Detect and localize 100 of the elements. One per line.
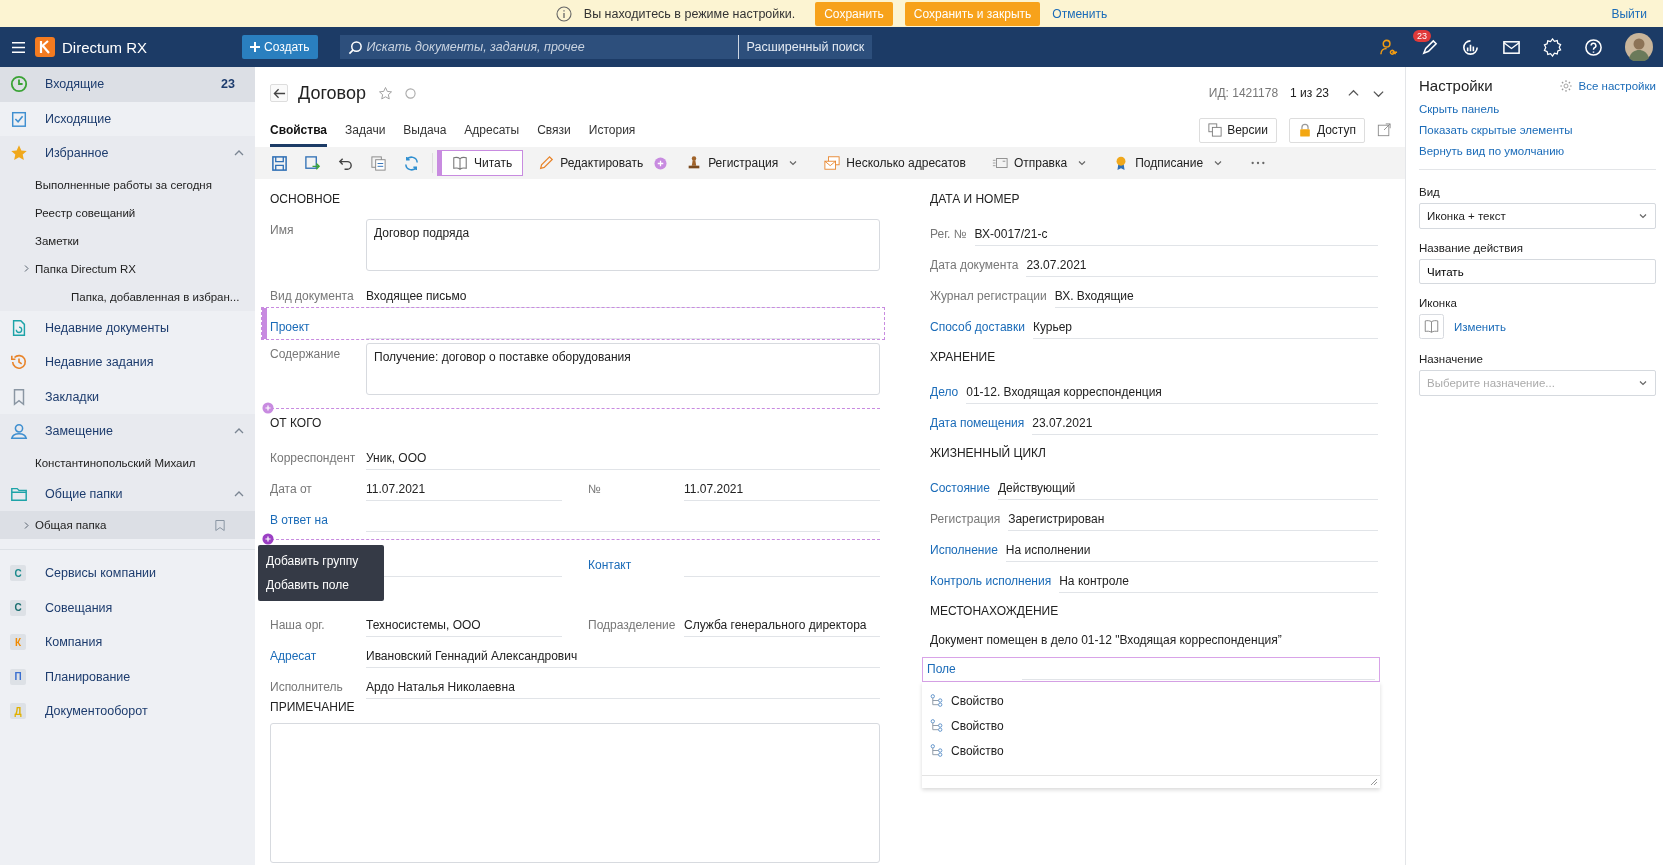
field-link[interactable]: Дата помещения <box>930 416 1025 435</box>
nav-item[interactable]: Закладки <box>0 379 255 414</box>
text-area[interactable]: Договор подряда <box>366 219 880 271</box>
field-link[interactable]: Контакт <box>588 558 676 577</box>
toolbar-button[interactable]: Читать <box>437 150 524 176</box>
text-field[interactable]: Курьер <box>1032 320 1378 339</box>
tab[interactable]: Связи <box>537 123 571 147</box>
text-field[interactable]: ВХ. Входящие <box>1054 289 1378 308</box>
menu-item[interactable]: Добавить группу <box>258 549 384 573</box>
access-button[interactable]: Доступ <box>1288 117 1365 143</box>
folder-item[interactable]: Папка Directum RX <box>0 254 255 283</box>
field-link[interactable]: Адресат <box>270 649 358 668</box>
module-item[interactable]: С Сервисы компании <box>0 556 255 591</box>
avatar-icon[interactable] <box>1625 33 1653 61</box>
settings-link[interactable]: Скрыть панель <box>1419 103 1656 115</box>
settings-link[interactable]: Вернуть вид по умолчанию <box>1419 145 1656 157</box>
copy-icon[interactable] <box>370 154 387 172</box>
nav-item[interactable]: Замещение <box>0 414 255 449</box>
field-link[interactable]: Поле <box>927 662 956 680</box>
drag-handle[interactable] <box>262 308 267 339</box>
cancel-link[interactable]: Отменить <box>1052 6 1108 21</box>
nav-item[interactable]: Избранное <box>0 136 255 171</box>
advanced-search-link[interactable]: Расширенный поиск <box>738 35 873 59</box>
folder-item[interactable]: Константинопольский Михаил <box>0 448 255 477</box>
dropdown-button[interactable]: Подписание <box>1102 150 1235 176</box>
module-item[interactable]: К Компания <box>0 625 255 660</box>
new-badge-icon[interactable] <box>1543 37 1562 57</box>
text-field[interactable]: Уник, ООО <box>366 451 880 470</box>
pen-icon[interactable] <box>1420 37 1439 57</box>
text-field[interactable]: Ардо Наталья Николаевна <box>366 680 880 699</box>
text-area[interactable]: Получение: договор о поставке оборудования <box>366 343 880 395</box>
text-field[interactable]: ВХ-0017/21-с <box>974 227 1378 246</box>
text-field[interactable]: Зарегистрирован <box>1008 512 1378 531</box>
module-item[interactable]: П Планирование <box>0 659 255 694</box>
field-link[interactable]: Исполнение <box>930 543 998 562</box>
expand-chevron-icon[interactable] <box>22 264 31 273</box>
tab[interactable]: Адресаты <box>464 123 520 147</box>
add-icon[interactable] <box>262 402 274 414</box>
nav-item[interactable]: Входящие 23 <box>0 67 255 102</box>
nav-item[interactable]: Недавние задания <box>0 345 255 380</box>
user-key-icon[interactable] <box>1379 37 1398 57</box>
module-item[interactable]: С Совещания <box>0 590 255 625</box>
all-settings-link[interactable]: Все настройки <box>1578 79 1656 92</box>
dropdown-button[interactable]: Отправка <box>980 150 1099 176</box>
view-select[interactable]: Иконка + текст <box>1419 203 1656 229</box>
nav-item[interactable]: Исходящие <box>0 101 255 136</box>
folder-item[interactable]: Папка, добавленная в избран... <box>0 282 255 311</box>
refresh-icon[interactable] <box>403 154 420 172</box>
tab[interactable]: История <box>588 123 636 147</box>
menu-item[interactable]: Добавить поле <box>258 573 384 597</box>
logout-link[interactable]: Выйти <box>1611 6 1647 21</box>
text-field[interactable]: Ивановский Геннадий Александрович <box>366 649 880 668</box>
versions-button[interactable]: Версии <box>1199 117 1277 143</box>
bookmark-icon[interactable] <box>215 518 225 532</box>
change-link[interactable]: Изменить <box>1454 320 1506 333</box>
text-field[interactable]: 23.07.2021 <box>1026 258 1378 277</box>
field-link[interactable]: Способ доставки <box>930 320 1025 339</box>
dropdown-button[interactable]: Регистрация <box>675 150 810 176</box>
action-name-field[interactable]: Читать <box>1419 259 1656 284</box>
chart-icon[interactable] <box>1461 37 1480 57</box>
toolbar-button[interactable]: Редактировать <box>527 150 655 176</box>
field-link[interactable]: Проект <box>270 320 358 339</box>
field-link[interactable]: Состояние <box>930 481 990 500</box>
folder-item[interactable]: Общая папка <box>0 511 255 539</box>
save-icon[interactable] <box>271 154 288 172</box>
favorite-star-icon[interactable] <box>377 85 393 101</box>
search-field[interactable]: Искать документы, задания, прочее <box>339 35 738 59</box>
book-icon[interactable] <box>1419 314 1444 339</box>
folder-item[interactable]: Заметки <box>0 226 255 255</box>
nav-item[interactable]: Недавние документы <box>0 310 255 345</box>
text-field[interactable]: Служба генерального директора <box>684 618 880 637</box>
module-item[interactable]: Д Документооборот <box>0 694 255 729</box>
text-field[interactable]: Техносистемы, ООО <box>366 618 562 637</box>
add-icon[interactable] <box>262 533 274 545</box>
property-option[interactable]: Свойство <box>922 738 1380 763</box>
menu-icon[interactable] <box>11 40 26 54</box>
save-as-icon[interactable] <box>304 154 321 172</box>
nav-item[interactable]: Общие папки <box>0 476 255 511</box>
property-option[interactable]: Свойство <box>922 688 1380 713</box>
property-option[interactable]: Свойство <box>922 713 1380 738</box>
text-field[interactable]: 11.07.2021 <box>684 482 880 501</box>
text-field[interactable]: На исполнении <box>1005 543 1378 562</box>
settings-link[interactable]: Показать скрытые элементы <box>1419 124 1656 136</box>
text-field[interactable]: Действующий <box>997 481 1378 500</box>
expand-chevron-icon[interactable] <box>22 520 31 530</box>
tab[interactable]: Задачи <box>345 123 386 147</box>
back-button[interactable] <box>270 84 288 102</box>
text-field[interactable]: 23.07.2021 <box>1032 416 1378 435</box>
selected-field-frame[interactable]: Проект <box>262 308 884 339</box>
text-field[interactable]: На контроле <box>1059 574 1378 593</box>
text-field[interactable]: Входящее письмо <box>366 289 880 308</box>
field-link[interactable]: Контроль исполнения <box>930 574 1052 593</box>
open-external-icon[interactable] <box>1377 123 1391 137</box>
field-link[interactable]: Дело <box>930 385 959 404</box>
help-icon[interactable] <box>1584 37 1603 57</box>
settings-icon[interactable] <box>1558 78 1573 93</box>
create-button[interactable]: Создать <box>242 35 318 59</box>
resize-grip-icon[interactable] <box>1370 778 1378 786</box>
text-field[interactable]: 01-12. Входящая корреспонденция <box>966 385 1378 404</box>
text-field[interactable]: 11.07.2021 <box>366 482 562 501</box>
